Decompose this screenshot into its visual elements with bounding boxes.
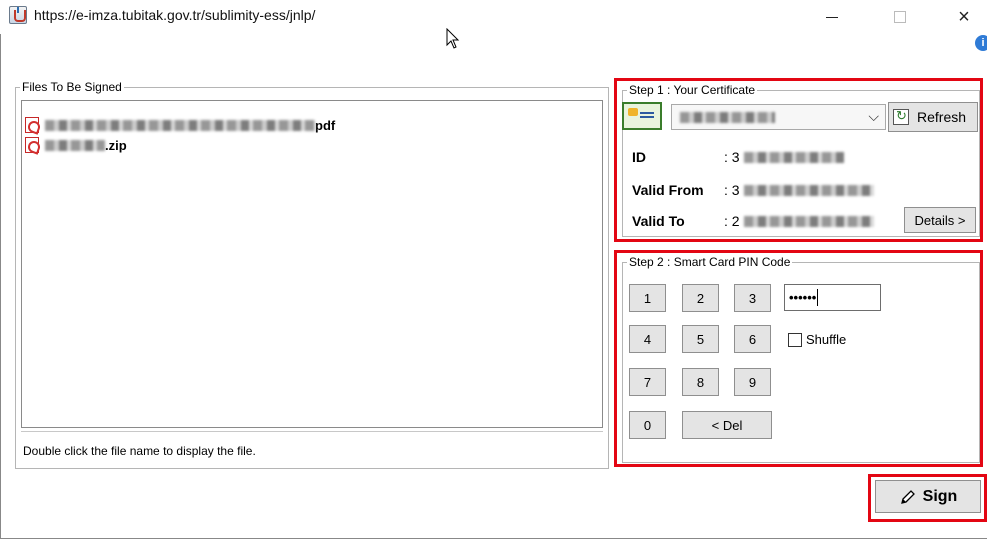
files-list[interactable]: pdf .zip (21, 100, 603, 428)
certificate-select[interactable]: ⌵ (671, 104, 886, 130)
file-extension: .zip (105, 137, 127, 153)
redacted-file-name (45, 139, 105, 151)
maximize-button[interactable] (880, 4, 920, 30)
close-button[interactable]: × (944, 4, 984, 30)
highlight-frame-step2 (614, 250, 983, 467)
pin-key-0[interactable]: 0 (629, 411, 666, 439)
delete-button[interactable]: < Del (682, 411, 772, 439)
pencil-icon (900, 489, 915, 504)
text-caret (817, 289, 819, 306)
redacted-valid-from (743, 184, 874, 196)
id-label: ID (632, 149, 646, 165)
pin-key-1[interactable]: 1 (629, 284, 666, 312)
pin-input[interactable]: •••••• (784, 284, 881, 311)
divider (21, 431, 603, 432)
title-bar: https://e-imza.tubitak.gov.tr/sublimity-… (0, 0, 987, 34)
valid-from-value: : 3 (724, 182, 874, 198)
sign-button-label: Sign (922, 487, 958, 505)
files-group: Files To Be Signed pdf .zip Double click… (15, 80, 609, 469)
window-title: https://e-imza.tubitak.gov.tr/sublimity-… (34, 7, 316, 23)
valid-to-value: : 2 (724, 213, 874, 229)
info-icon[interactable]: i (975, 35, 987, 51)
refresh-button-label: Refresh (917, 109, 967, 125)
files-hint: Double click the file name to display th… (23, 444, 256, 458)
pdf-icon (25, 117, 39, 133)
minimize-button[interactable] (812, 4, 852, 30)
checkbox-icon[interactable] (788, 332, 802, 347)
window-left-border (0, 34, 1, 539)
refresh-icon (893, 108, 909, 125)
pin-key-3[interactable]: 3 (734, 284, 771, 312)
chevron-down-icon: ⌵ (868, 108, 879, 124)
shuffle-checkbox[interactable]: Shuffle (788, 332, 846, 347)
certificate-icon (622, 102, 662, 130)
file-item[interactable]: pdf (25, 115, 335, 135)
pdf-icon (25, 137, 39, 153)
id-value-prefix: : 3 (724, 149, 740, 165)
valid-to-label: Valid To (632, 213, 685, 229)
pin-key-2[interactable]: 2 (682, 284, 719, 312)
redacted-valid-to (743, 215, 874, 227)
java-app-icon (9, 6, 27, 24)
redacted-id (743, 151, 844, 163)
file-extension: pdf (315, 117, 336, 133)
id-value: : 3 (724, 149, 844, 165)
mouse-cursor-icon (446, 28, 460, 49)
sign-button[interactable]: Sign (875, 480, 981, 513)
refresh-button[interactable]: Refresh (888, 102, 978, 132)
shuffle-label: Shuffle (806, 332, 847, 347)
pin-masked-value: •••••• (789, 290, 817, 305)
valid-to-prefix: : 2 (724, 213, 740, 229)
pin-key-5[interactable]: 5 (682, 325, 719, 353)
pin-key-9[interactable]: 9 (734, 368, 771, 396)
valid-from-prefix: : 3 (724, 182, 740, 198)
files-group-legend: Files To Be Signed (20, 80, 124, 94)
pin-key-4[interactable]: 4 (629, 325, 666, 353)
details-button[interactable]: Details > (904, 207, 976, 233)
pin-key-6[interactable]: 6 (734, 325, 771, 353)
valid-from-label: Valid From (632, 182, 704, 198)
redacted-file-name (45, 119, 315, 131)
pin-key-7[interactable]: 7 (629, 368, 666, 396)
pin-key-8[interactable]: 8 (682, 368, 719, 396)
redacted-certificate-name (680, 111, 775, 123)
file-item[interactable]: .zip (25, 135, 127, 155)
